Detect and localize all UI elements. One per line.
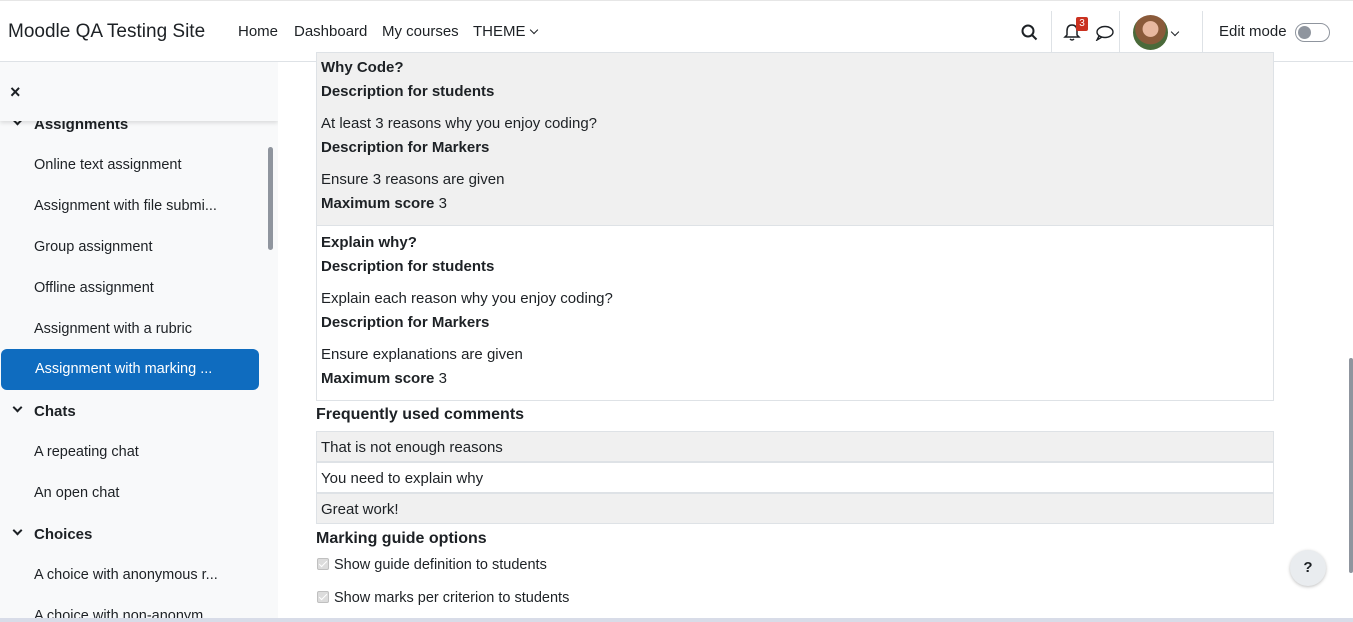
criterion-name: Explain why? [321, 234, 417, 251]
sidebar-item-repeating-chat[interactable]: A repeating chat [34, 444, 139, 460]
desc-markers-label: Description for Markers [321, 139, 490, 156]
max-score: Maximum score 3 [321, 195, 447, 212]
guide-definition-label: Show guide definition to students [334, 557, 547, 573]
desc-students-text: At least 3 reasons why you enjoy coding? [321, 115, 597, 132]
comments-heading: Frequently used comments [316, 406, 525, 423]
sidebar-item-group-assignment[interactable]: Group assignment [34, 239, 152, 255]
page-scrollbar[interactable] [1349, 358, 1353, 573]
section-choices[interactable]: Choices [34, 526, 92, 543]
edit-mode-toggle[interactable] [1295, 23, 1330, 42]
drawer-header: × [0, 62, 278, 121]
close-icon[interactable]: × [10, 82, 21, 103]
sidebar-item-file-submission[interactable]: Assignment with file submi... [34, 198, 217, 214]
sidebar-item-open-chat[interactable]: An open chat [34, 485, 119, 501]
sidebar-item-choice-anonymous[interactable]: A choice with anonymous r... [34, 567, 218, 583]
window-bottom-edge [0, 618, 1353, 622]
desc-students-text: Explain each reason why you enjoy coding… [321, 290, 613, 307]
course-index-drawer: × Assignments Online text assignment Ass… [0, 62, 278, 622]
site-brand[interactable]: Moodle QA Testing Site [8, 21, 205, 43]
nav-theme-label: THEME [473, 23, 526, 40]
desc-markers-label: Description for Markers [321, 314, 490, 331]
max-score-value: 3 [438, 370, 447, 387]
desc-students-label: Description for students [321, 83, 495, 100]
desc-students-label: Description for students [321, 258, 495, 275]
sidebar-item-online-text[interactable]: Online text assignment [34, 157, 182, 173]
max-score-value: 3 [438, 195, 447, 212]
max-score: Maximum score 3 [321, 370, 447, 387]
sidebar-item-offline-assignment[interactable]: Offline assignment [34, 280, 154, 296]
nav-home[interactable]: Home [238, 23, 278, 40]
main-content: Why Code? Description for students At le… [278, 52, 1353, 622]
nav-dashboard[interactable]: Dashboard [294, 23, 367, 40]
navbar-divider [1119, 11, 1120, 53]
sidebar-item-marking-guide[interactable]: Assignment with marking ... [1, 349, 259, 390]
desc-markers-text: Ensure explanations are given [321, 346, 523, 363]
user-avatar[interactable] [1133, 15, 1168, 50]
help-button[interactable]: ? [1290, 550, 1326, 586]
comment-row: Great work! [316, 493, 1274, 524]
comment-row: That is not enough reasons [316, 431, 1274, 462]
criterion-row: Explain why? Description for students Ex… [316, 225, 1274, 401]
edit-mode-label: Edit mode [1219, 23, 1287, 40]
desc-markers-text: Ensure 3 reasons are given [321, 171, 505, 188]
navbar-divider [1051, 11, 1052, 53]
sidebar-item-rubric-assignment[interactable]: Assignment with a rubric [34, 321, 192, 337]
user-menu-chevron-icon[interactable] [1170, 27, 1180, 37]
comment-row: You need to explain why [316, 462, 1274, 493]
marks-per-criterion-checkbox[interactable] [317, 591, 329, 603]
nav-theme[interactable]: THEME [473, 23, 538, 40]
drawer-scrollbar[interactable] [268, 147, 273, 250]
max-score-label: Maximum score [321, 370, 435, 387]
criterion-row: Why Code? Description for students At le… [316, 52, 1274, 226]
nav-my-courses[interactable]: My courses [374, 23, 467, 62]
chevron-down-icon[interactable] [12, 402, 23, 413]
options-heading: Marking guide options [316, 530, 487, 547]
chat-bubble-icon[interactable] [1095, 25, 1114, 41]
marks-per-criterion-label: Show marks per criterion to students [334, 590, 570, 606]
criterion-name: Why Code? [321, 59, 404, 76]
chevron-down-icon[interactable] [12, 525, 23, 536]
guide-definition-checkbox[interactable] [317, 558, 329, 570]
max-score-label: Maximum score [321, 195, 435, 212]
section-chats[interactable]: Chats [34, 403, 76, 420]
navbar-divider [1202, 11, 1203, 53]
notification-badge: 3 [1076, 17, 1088, 31]
chevron-down-icon [529, 25, 538, 35]
search-icon[interactable] [1021, 24, 1038, 41]
